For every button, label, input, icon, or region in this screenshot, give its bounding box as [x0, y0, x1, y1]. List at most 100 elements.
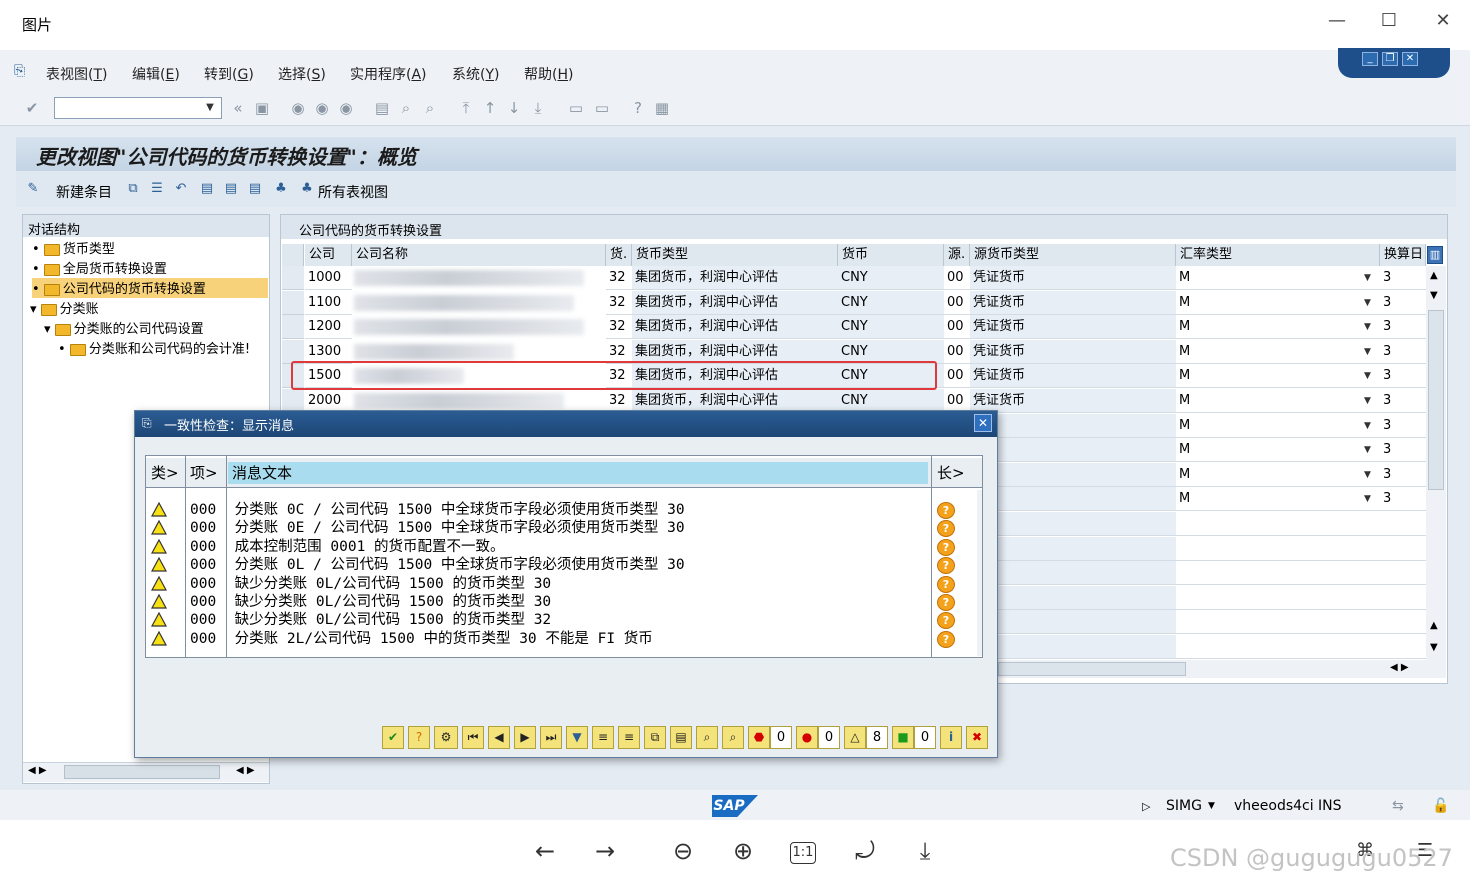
cell-exchange-rate-type[interactable]: M ▼: [1176, 291, 1380, 315]
message-scrollbar[interactable]: [977, 490, 982, 656]
tree-item-ledger-company-code[interactable]: ▾ 分类账的公司代码设置: [44, 318, 204, 338]
system-dropdown-icon[interactable]: ▼: [1208, 801, 1215, 811]
tree-item-accounting-principles[interactable]: • 分类账和公司代码的会计准!: [58, 338, 268, 358]
long-text-icon[interactable]: ?: [937, 502, 955, 519]
success-icon[interactable]: ■: [892, 726, 914, 749]
prev-icon[interactable]: ◀: [488, 726, 510, 749]
find-next-icon[interactable]: ⌕: [420, 98, 440, 118]
zoom-out-icon[interactable]: ⊖: [668, 836, 698, 866]
col-currency-type-name[interactable]: 货币类型: [632, 244, 838, 266]
cell-source[interactable]: 00: [944, 291, 970, 315]
chevron-down-icon[interactable]: ▼: [1364, 315, 1371, 338]
status-expand-icon[interactable]: ▷: [1142, 800, 1150, 813]
cell-conversion-date[interactable]: 3: [1380, 266, 1426, 290]
stop-icon[interactable]: ⬣: [748, 726, 770, 749]
download-icon[interactable]: ⤓: [910, 836, 940, 866]
display-change-icon[interactable]: ✎: [24, 180, 42, 198]
row-selector[interactable]: [282, 315, 304, 339]
exit-icon[interactable]: ◉: [312, 98, 332, 118]
cell-conversion-date[interactable]: 3: [1380, 340, 1426, 364]
deselect-all-icon[interactable]: ▤: [246, 180, 264, 198]
all-views-icon[interactable]: ♣: [298, 180, 316, 198]
print-list-icon[interactable]: ▤: [670, 726, 692, 749]
cell-conversion-date[interactable]: 3: [1380, 414, 1426, 438]
lock-icon[interactable]: 🔓: [1432, 798, 1449, 814]
chevron-down-icon[interactable]: ▼: [202, 99, 218, 117]
message-row[interactable]: 000 缺少分类账 0L/公司代码 1500 的货币类型 30: [190, 593, 551, 611]
first-icon[interactable]: ⏮: [462, 726, 484, 749]
cell-conversion-date[interactable]: 3: [1380, 487, 1426, 511]
cell-exchange-rate-type[interactable]: M ▼: [1176, 463, 1380, 487]
filter-icon[interactable]: ▼: [566, 726, 588, 749]
cell-conversion-date[interactable]: 3: [1380, 389, 1426, 413]
tree-item-company-code-settings[interactable]: • 公司代码的货币转换设置: [32, 278, 268, 298]
menu-utilities[interactable]: 实用程序(A): [350, 64, 427, 84]
message-row[interactable]: 000 分类账 0C / 公司代码 1500 中全球货币字段必须使用货币类型 3…: [190, 501, 685, 519]
undo-icon[interactable]: ↶: [172, 180, 190, 198]
next-icon[interactable]: ▶: [514, 726, 536, 749]
find-next-list-icon[interactable]: ⌕: [722, 726, 744, 749]
cell-exchange-rate-type[interactable]: M ▼: [1176, 414, 1380, 438]
cell-conversion-date[interactable]: 3: [1380, 291, 1426, 315]
scroll-down-icon[interactable]: ▼: [1430, 290, 1438, 301]
long-text-icon[interactable]: ?: [937, 575, 955, 593]
cell-company-code[interactable]: 1000: [305, 266, 352, 290]
table-hscroll-thumb[interactable]: [998, 662, 1186, 676]
msg-col-type[interactable]: 类>: [147, 462, 185, 484]
info-icon[interactable]: i: [940, 726, 962, 749]
actual-size-icon[interactable]: 1:1: [790, 842, 816, 864]
chevron-down-icon[interactable]: ▼: [1364, 438, 1371, 461]
minimize-icon[interactable]: —: [1322, 8, 1352, 34]
scroll-left-right-icon[interactable]: ◀ ▶: [1390, 662, 1409, 673]
find-list-icon[interactable]: ⌕: [696, 726, 718, 749]
chevron-down-icon[interactable]: ▼: [1364, 340, 1371, 363]
page-up-icon[interactable]: ▲: [1430, 620, 1438, 631]
previous-page-icon[interactable]: ↑: [480, 98, 500, 118]
cell-conversion-date[interactable]: 3: [1380, 438, 1426, 462]
new-session-icon[interactable]: ▭: [566, 98, 586, 118]
col-currency[interactable]: 货币: [838, 244, 944, 266]
cell-conversion-date[interactable]: 3: [1380, 463, 1426, 487]
menu-system[interactable]: 系统(Y): [452, 64, 500, 84]
message-row[interactable]: 000 分类账 2L/公司代码 1500 中的货币类型 30 不能是 FI 货币: [190, 630, 653, 648]
msg-col-text[interactable]: 消息文本: [228, 462, 928, 484]
enter-icon[interactable]: ✔: [22, 98, 42, 118]
continue-icon[interactable]: ✔: [382, 726, 404, 749]
cell-source[interactable]: 00: [944, 315, 970, 339]
zoom-in-icon[interactable]: ⊕: [728, 836, 758, 866]
cell-currency-type[interactable]: 32: [606, 266, 632, 290]
print-icon[interactable]: ▤: [372, 98, 392, 118]
long-text-icon[interactable]: ?: [408, 726, 430, 749]
chevron-down-icon[interactable]: ▼: [1364, 291, 1371, 314]
cell-source[interactable]: 00: [944, 340, 970, 364]
tree-item-global-settings[interactable]: • 全局货币转换设置: [32, 258, 167, 278]
cell-exchange-rate-type[interactable]: M ▼: [1176, 266, 1380, 290]
col-company-name[interactable]: 公司名称: [352, 244, 606, 266]
find-icon[interactable]: ⌕: [396, 98, 416, 118]
cell-company-code[interactable]: 1100: [305, 291, 352, 315]
sap-minimize-icon[interactable]: _: [1362, 52, 1378, 66]
cancel-icon[interactable]: ◉: [336, 98, 356, 118]
collapse-icon[interactable]: «: [228, 98, 248, 118]
message-row[interactable]: 000 缺少分类账 0L/公司代码 1500 的货币类型 32: [190, 611, 551, 629]
close-icon[interactable]: ✕: [1428, 8, 1458, 34]
last-icon[interactable]: ⏭: [540, 726, 562, 749]
col-conversion-date[interactable]: 换算日: [1380, 244, 1426, 266]
column-settings-icon[interactable]: ▥: [1427, 246, 1443, 264]
cell-exchange-rate-type[interactable]: M ▼: [1176, 340, 1380, 364]
hierarchy-icon[interactable]: ♣: [272, 180, 290, 198]
chevron-down-icon[interactable]: ▼: [1364, 463, 1371, 486]
tree-scroll-thumb[interactable]: [64, 765, 220, 779]
message-row[interactable]: 000 分类账 0E / 公司代码 1500 中全球货币字段必须使用货币类型 3…: [190, 519, 685, 537]
col-exchange-rate-type[interactable]: 汇率类型: [1176, 244, 1380, 266]
copy-icon[interactable]: ⧉: [124, 180, 142, 198]
cell-currency-type[interactable]: 32: [606, 291, 632, 315]
select-all-rows[interactable]: [282, 244, 304, 266]
layout-icon[interactable]: ▦: [652, 98, 672, 118]
sort-descending-icon[interactable]: ≡: [618, 726, 640, 749]
sort-ascending-icon[interactable]: ≡: [592, 726, 614, 749]
new-entries-button[interactable]: 新建条目: [56, 182, 112, 202]
scroll-right-icon[interactable]: ◀ ▶: [236, 765, 255, 776]
tree-item-currency-types[interactable]: • 货币类型: [32, 238, 115, 258]
maximize-icon[interactable]: ☐: [1374, 8, 1404, 34]
